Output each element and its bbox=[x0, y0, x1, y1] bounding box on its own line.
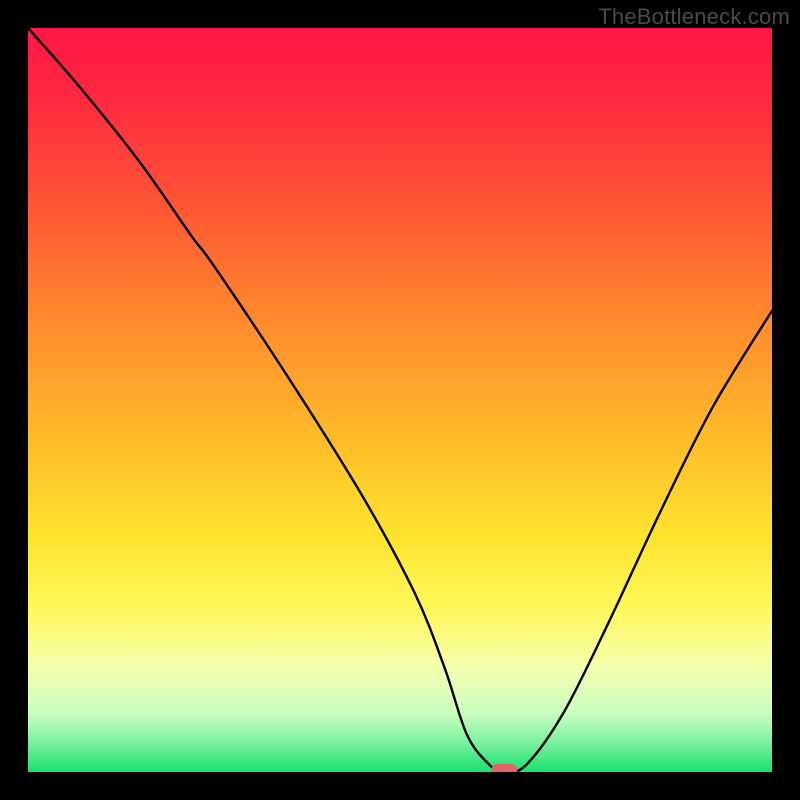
gradient-background bbox=[28, 28, 772, 772]
plot-area bbox=[28, 28, 772, 772]
bottleneck-chart bbox=[28, 28, 772, 772]
chart-outer-frame: TheBottleneck.com bbox=[0, 0, 800, 800]
optimal-point-marker bbox=[491, 764, 517, 772]
watermark-text: TheBottleneck.com bbox=[598, 4, 790, 30]
